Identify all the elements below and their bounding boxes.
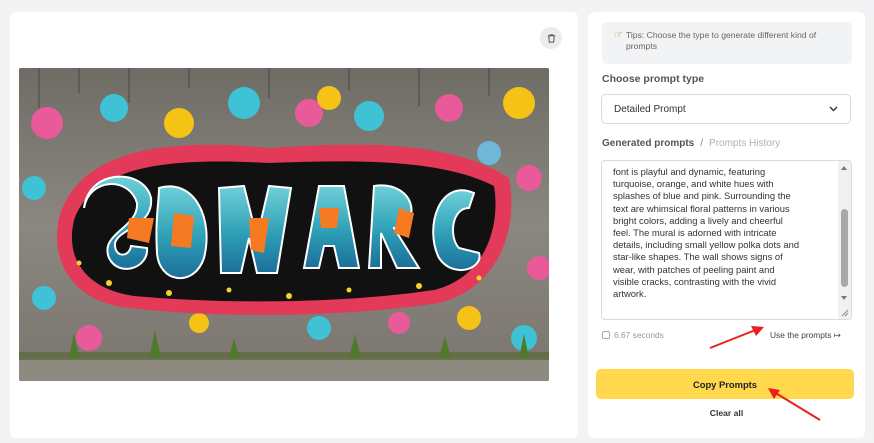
trash-icon <box>547 33 555 43</box>
resize-grip-icon[interactable] <box>840 308 849 317</box>
prompt-type-select[interactable]: Detailed Prompt <box>601 94 851 124</box>
prompt-panel: ☞ Tips: Choose the type to generate diff… <box>588 12 865 438</box>
generation-time: 6.67 seconds <box>602 330 664 340</box>
copy-prompts-button[interactable]: Copy Prompts <box>596 369 854 399</box>
clear-all-button[interactable]: Clear all <box>588 408 865 418</box>
tab-separator: / <box>700 138 704 149</box>
generation-time-text: 6.67 seconds <box>614 330 664 340</box>
delete-image-button[interactable] <box>540 27 562 49</box>
tab-prompts-history[interactable]: Prompts History <box>709 138 780 149</box>
generated-prompt-text: font is playful and dynamic, featuring t… <box>613 166 800 300</box>
generated-prompt-textarea[interactable]: font is playful and dynamic, featuring t… <box>601 160 852 320</box>
scroll-up-arrow-icon[interactable] <box>841 166 847 170</box>
image-panel <box>10 12 578 438</box>
scroll-down-arrow-icon[interactable] <box>841 296 847 300</box>
use-prompts-link[interactable]: Use the prompts ↦ <box>770 330 841 340</box>
chevron-down-icon <box>829 106 838 112</box>
prompt-type-value: Detailed Prompt <box>614 103 686 115</box>
graffiti-image <box>19 68 549 381</box>
prompt-scrollbar[interactable] <box>838 161 851 319</box>
prompt-type-label: Choose prompt type <box>602 73 705 85</box>
pointing-hand-icon: ☞ <box>614 30 623 41</box>
prompt-tabs: Generated prompts / Prompts History <box>602 138 780 149</box>
scroll-thumb[interactable] <box>841 209 848 287</box>
tips-box: ☞ Tips: Choose the type to generate diff… <box>602 22 852 64</box>
timer-icon <box>602 331 610 339</box>
tab-generated-prompts[interactable]: Generated prompts <box>602 138 694 149</box>
tips-text: Tips: Choose the type to generate differ… <box>625 30 817 51</box>
